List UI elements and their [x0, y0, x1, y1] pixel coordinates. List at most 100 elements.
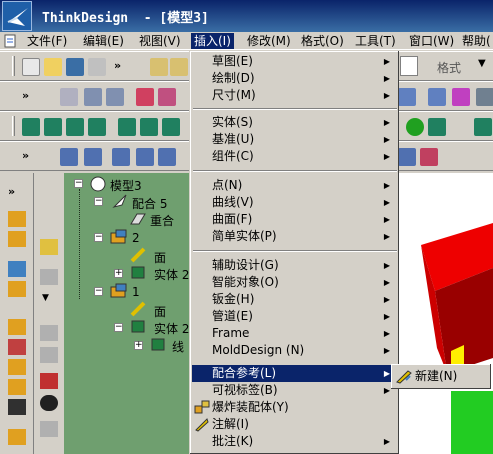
mesh-4-icon[interactable]: [136, 148, 154, 166]
yin-yang-icon[interactable]: [40, 395, 58, 411]
tree-node-label[interactable]: 2: [132, 231, 140, 245]
menu-item-simple-solid[interactable]: 简单实体(P) ▶: [192, 228, 398, 245]
assembly-icon[interactable]: [8, 261, 26, 277]
combo-dropdown-button[interactable]: [400, 56, 418, 76]
solid-6-icon[interactable]: [140, 118, 158, 136]
menu-item-component[interactable]: 组件(C) ▶: [192, 148, 398, 165]
menu-item-markup[interactable]: 批注(K) ▶: [192, 433, 398, 450]
tree-node-label[interactable]: 实体 2: [154, 266, 189, 283]
mate-6-icon[interactable]: [8, 429, 26, 445]
collapse-toggle[interactable]: −: [114, 323, 123, 332]
menu-item-sheet-metal[interactable]: 钣金(H) ▶: [192, 291, 398, 308]
menu-item-solid[interactable]: 实体(S) ▶: [192, 114, 398, 131]
toolbar-chevron[interactable]: »: [22, 89, 29, 102]
menu-item-point[interactable]: 点(N) ▶: [192, 177, 398, 194]
menu-file[interactable]: 文件(F): [24, 33, 70, 49]
solid-8-icon[interactable]: [428, 118, 446, 136]
wave-icon[interactable]: [158, 88, 176, 106]
surface-4-icon[interactable]: [476, 88, 493, 106]
mate-4-icon[interactable]: [8, 379, 26, 395]
save-icon[interactable]: [66, 58, 84, 76]
tree-root-label[interactable]: 模型3: [110, 177, 142, 194]
menu-item-dimension[interactable]: 尺寸(M) ▶: [192, 87, 398, 104]
toolbar-chevron[interactable]: »: [8, 185, 26, 201]
new-icon[interactable]: [22, 58, 40, 76]
assembly-2-icon[interactable]: [8, 281, 26, 297]
mesh-7-icon[interactable]: [420, 148, 438, 166]
open-icon[interactable]: [44, 58, 62, 76]
menu-help[interactable]: 帮助(: [459, 33, 493, 49]
chevron-down-icon[interactable]: ▼: [42, 293, 60, 309]
expand-toggle[interactable]: +: [134, 341, 143, 350]
print-icon[interactable]: [88, 58, 106, 76]
menu-item-sketch[interactable]: 草图(E) ▶: [192, 53, 398, 70]
points-icon[interactable]: [60, 88, 78, 106]
folder-icon[interactable]: [40, 239, 58, 255]
menu-item-visual-label[interactable]: 可视标签(B) ▶: [192, 382, 398, 399]
mesh-3-icon[interactable]: [112, 148, 130, 166]
menu-tools[interactable]: 工具(T): [352, 33, 399, 49]
menu-item-mate-reference[interactable]: 配合参考(L) ▶: [192, 365, 398, 382]
surface-2-icon[interactable]: [428, 88, 446, 106]
tree-node-label[interactable]: 面: [154, 303, 166, 320]
surface-3-icon[interactable]: [452, 88, 470, 106]
menu-item-draw[interactable]: 绘制(D) ▶: [192, 70, 398, 87]
solid-7-icon[interactable]: [162, 118, 180, 136]
solid-4-icon[interactable]: [88, 118, 106, 136]
collapse-toggle[interactable]: −: [94, 287, 103, 296]
expand-toggle[interactable]: +: [114, 269, 123, 278]
mate-5-icon[interactable]: [8, 399, 26, 415]
mesh-2-icon[interactable]: [84, 148, 102, 166]
menu-item-surface[interactable]: 曲面(F) ▶: [192, 211, 398, 228]
tree-node-label[interactable]: 线: [172, 338, 184, 355]
tree-node-label[interactable]: 1: [132, 285, 140, 299]
color-ball-icon[interactable]: [406, 118, 424, 136]
tree-node-label[interactable]: 重合: [150, 212, 174, 229]
menu-item-annotation[interactable]: 注解(I): [192, 416, 398, 433]
arc-icon[interactable]: [136, 88, 154, 106]
menu-item-frame[interactable]: Frame ▶: [192, 325, 398, 342]
mate-3-icon[interactable]: [8, 359, 26, 375]
component-icon[interactable]: [8, 211, 26, 227]
menu-format[interactable]: 格式(O): [298, 33, 347, 49]
solid-5-icon[interactable]: [118, 118, 136, 136]
mesh-icon[interactable]: [60, 148, 78, 166]
toolbar-chevron[interactable]: »: [114, 59, 121, 72]
spline-icon[interactable]: [106, 88, 124, 106]
menu-modify[interactable]: 修改(M): [244, 33, 294, 49]
toolbar-grip[interactable]: [12, 116, 15, 136]
collapse-toggle[interactable]: −: [74, 179, 83, 188]
solid-9-icon[interactable]: [474, 118, 492, 136]
pencil-icon[interactable]: [170, 58, 188, 76]
mate-icon[interactable]: [8, 319, 26, 335]
toolbar-chevron[interactable]: »: [22, 149, 29, 162]
mesh-5-icon[interactable]: [158, 148, 176, 166]
page-3-icon[interactable]: [40, 421, 58, 437]
curve-icon[interactable]: [84, 88, 102, 106]
menu-item-datum[interactable]: 基准(U) ▶: [192, 131, 398, 148]
tree-node-label[interactable]: 配合 5: [132, 195, 167, 212]
tree-node-label[interactable]: 面: [154, 249, 166, 266]
menu-item-aux-design[interactable]: 辅助设计(G) ▶: [192, 257, 398, 274]
menu-item-curve[interactable]: 曲线(V) ▶: [192, 194, 398, 211]
page-2-icon[interactable]: [40, 347, 58, 363]
page-icon[interactable]: [40, 325, 58, 341]
copy-icon[interactable]: [40, 269, 58, 285]
surface-icon[interactable]: [398, 88, 416, 106]
solid-3-icon[interactable]: [66, 118, 84, 136]
tree-node-label[interactable]: 实体 2: [154, 320, 189, 337]
solid-2-icon[interactable]: [44, 118, 62, 136]
arrow-up-icon[interactable]: [40, 373, 58, 389]
menu-item-smart-object[interactable]: 智能对象(O) ▶: [192, 274, 398, 291]
menu-window[interactable]: 窗口(W): [406, 33, 457, 49]
collapse-toggle[interactable]: −: [94, 197, 103, 206]
mesh-6-icon[interactable]: [398, 148, 416, 166]
document-icon[interactable]: [3, 34, 17, 48]
chevron-down-icon[interactable]: ▼: [478, 58, 486, 69]
menu-view[interactable]: 视图(V): [136, 33, 184, 49]
menu-item-pipe[interactable]: 管道(E) ▶: [192, 308, 398, 325]
component-2-icon[interactable]: [8, 231, 26, 247]
menu-item-new[interactable]: 新建(N): [394, 368, 488, 385]
menu-edit[interactable]: 编辑(E): [80, 33, 127, 49]
solid-icon[interactable]: [22, 118, 40, 136]
